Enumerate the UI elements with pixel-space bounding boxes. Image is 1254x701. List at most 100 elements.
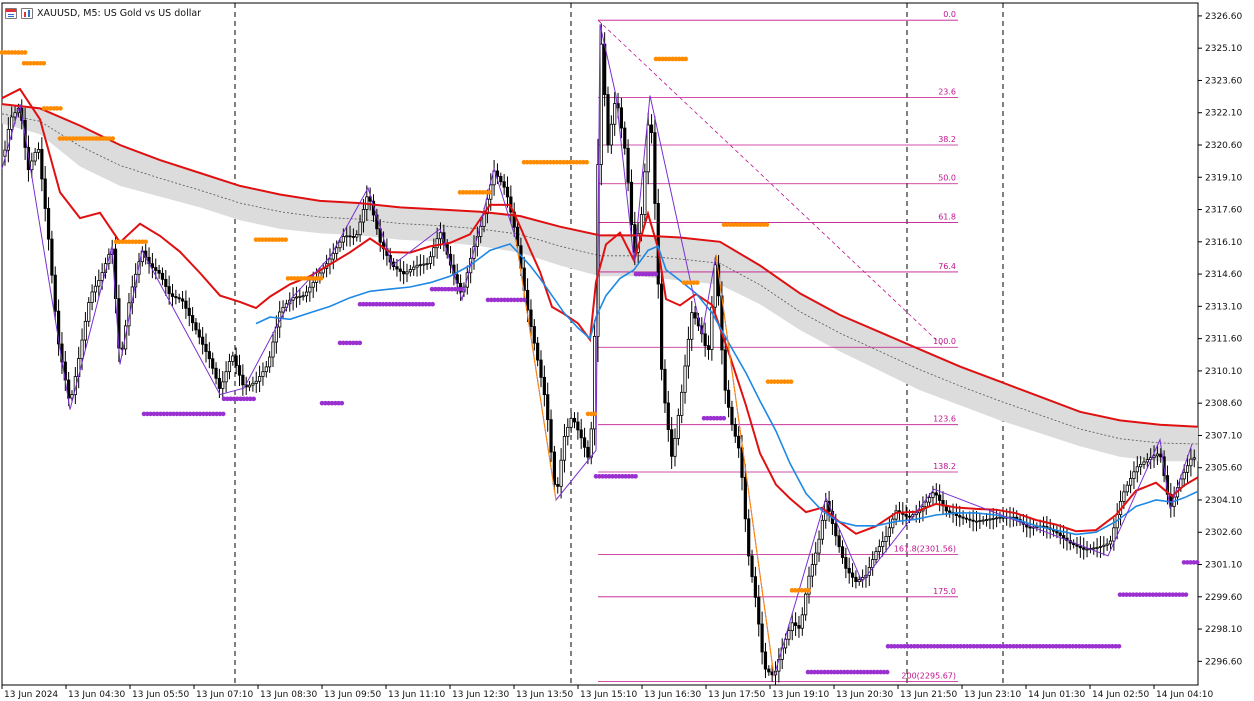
candle-body	[938, 494, 942, 501]
candle-body	[177, 297, 181, 300]
candle-body	[1132, 471, 1136, 479]
candle-body	[174, 296, 178, 299]
fibo-level-label: 200(2295.67)	[901, 671, 956, 680]
time-axis[interactable]: 13 Jun 2024 13 Jun 04:30 13 Jun 05:50 13 Ju…	[1, 685, 1213, 700]
candle-body	[13, 112, 17, 118]
fibo-level-label: 138.2	[933, 462, 956, 471]
candle-body	[46, 208, 51, 240]
resistance-dot	[58, 106, 63, 111]
candle-body	[264, 366, 268, 373]
candle-body	[649, 124, 654, 134]
candle-body	[958, 515, 962, 518]
resistance-dot	[110, 136, 116, 141]
candle-body	[237, 365, 242, 376]
resistance-dot	[806, 588, 811, 593]
candle-body	[576, 421, 580, 431]
support-dot	[339, 400, 345, 406]
candle-body	[730, 406, 734, 425]
support-dot	[884, 669, 890, 675]
candle-body	[546, 394, 550, 421]
candle-body	[268, 356, 272, 368]
candle-body	[794, 622, 798, 626]
support-dot	[721, 415, 727, 421]
candle-body	[1125, 484, 1129, 493]
candle-body	[1078, 545, 1082, 549]
price-tick-label: 2296.60	[1205, 657, 1242, 667]
candle-body	[1075, 544, 1079, 547]
candle-body	[948, 510, 952, 513]
candle-body	[646, 124, 650, 173]
resistance-dot	[487, 190, 493, 195]
candle-body	[599, 43, 603, 165]
time-tick-label: 14 Jun 01:30	[1028, 690, 1085, 700]
fibo-level-label: 175.0	[933, 587, 956, 596]
candle-body	[435, 238, 439, 249]
candle-body	[797, 625, 801, 629]
candle-body	[690, 312, 694, 340]
candle-body	[1159, 453, 1163, 458]
time-tick-label: 13 Jun 21:50	[900, 690, 957, 700]
price-chart[interactable]: 0.0 23.6 38.2 50.0 61.8 76.4 100.0 123.6 138.2 16…	[0, 0, 1254, 701]
candle-body	[559, 459, 563, 487]
candle-body	[170, 293, 175, 297]
candle-body	[358, 221, 362, 236]
candle-body	[53, 274, 57, 312]
candle-body	[804, 593, 808, 616]
candle-body	[924, 501, 928, 508]
resistance-dot	[318, 276, 324, 281]
candle-body	[254, 380, 258, 384]
candle-body	[984, 519, 989, 521]
candle-body	[1092, 547, 1096, 550]
candle-body	[1095, 547, 1099, 549]
candle-body	[234, 355, 238, 366]
price-tick-label: 2314.60	[1205, 270, 1242, 280]
chart-title: XAUUSD, M5: US Gold vs US dollar	[37, 7, 202, 19]
chart-bars-icon[interactable]	[21, 7, 33, 19]
candle-body	[753, 576, 758, 598]
price-tick-label: 2301.10	[1205, 561, 1242, 571]
candle-body	[351, 236, 356, 238]
candle-body	[556, 484, 560, 487]
time-tick-label: 13 Jun 23:10	[964, 690, 1021, 700]
price-axis[interactable]: 2326.60 2325.10 2323.60 2322.10 2320.60 2319.…	[1198, 12, 1242, 667]
candle-body	[623, 127, 627, 149]
price-tick-label: 2299.60	[1205, 593, 1242, 603]
candle-body	[422, 263, 426, 266]
resistance-dot	[41, 60, 47, 66]
fibo-level-label: 161.8(2301.56)	[894, 545, 956, 554]
time-tick-label: 13 Jun 16:30	[644, 690, 701, 700]
resistance-dot	[694, 280, 700, 285]
candle-body	[261, 371, 265, 377]
candle-body	[1105, 543, 1109, 546]
candle-body	[201, 336, 205, 345]
candle-body	[790, 622, 794, 632]
candle-body	[857, 579, 861, 583]
time-tick-label: 13 Jun 12:30	[452, 690, 509, 700]
candle-body	[1108, 540, 1113, 545]
candle-body	[251, 382, 255, 386]
support-dot	[522, 297, 527, 303]
candle-body	[606, 94, 610, 146]
fibo-level-label: 50.0	[938, 174, 956, 183]
candle-body	[954, 513, 959, 516]
candle-body	[529, 309, 533, 327]
candle-body	[995, 517, 999, 520]
candle-body	[763, 651, 768, 670]
price-tick-label: 2308.60	[1205, 399, 1242, 409]
price-tick-label: 2316.10	[1205, 238, 1242, 248]
price-tick-label: 2323.60	[1205, 76, 1242, 86]
chart-window-icon[interactable]	[5, 7, 17, 19]
price-tick-label: 2322.10	[1205, 109, 1242, 119]
support-dot	[357, 340, 363, 346]
candle-body	[97, 280, 101, 287]
price-tick-label: 2326.60	[1205, 12, 1242, 22]
candle-body	[817, 538, 821, 554]
candle-body	[207, 351, 211, 360]
candle-body	[653, 132, 657, 204]
candle-body	[80, 339, 84, 359]
candle-body	[874, 551, 878, 560]
candle-body	[737, 435, 741, 449]
fibo-level-label: 23.6	[938, 88, 956, 97]
price-tick-label: 2304.10	[1205, 496, 1242, 506]
time-tick-label: 13 Jun 09:50	[324, 690, 381, 700]
